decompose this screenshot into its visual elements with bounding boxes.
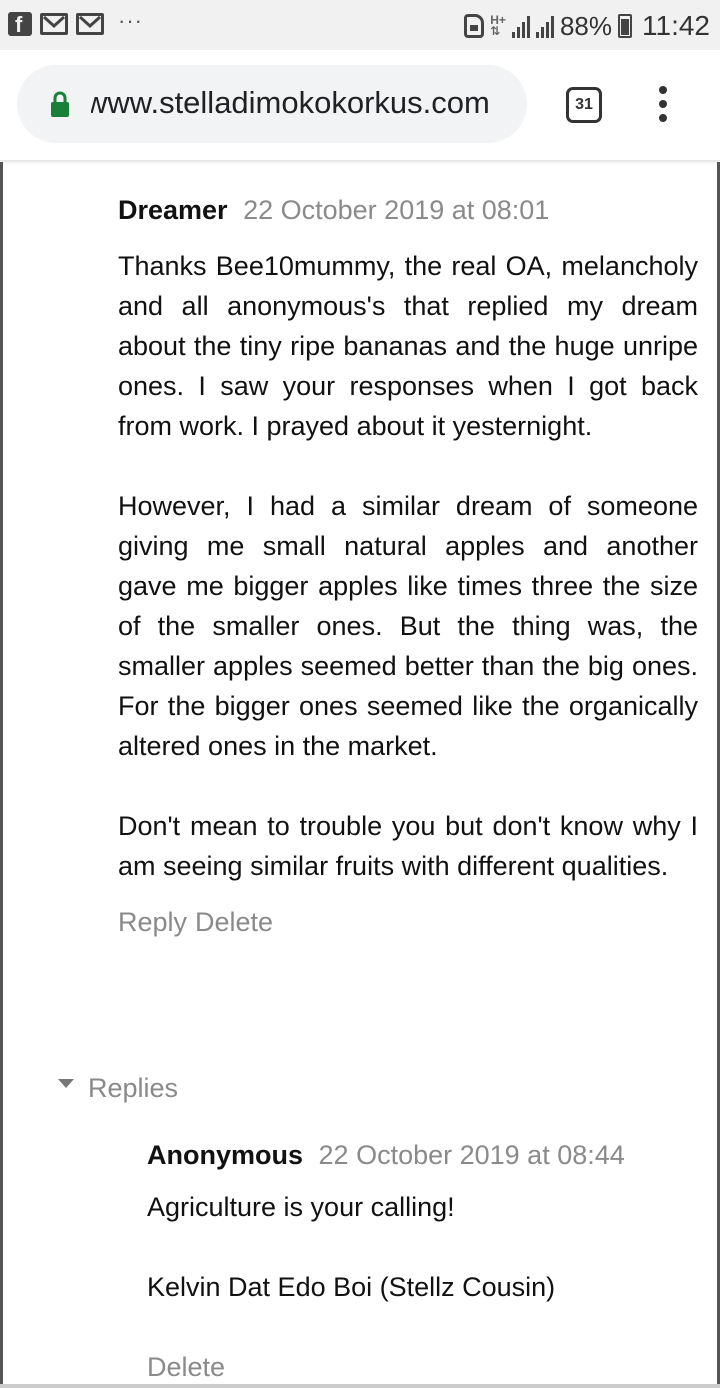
battery-percent: 88% bbox=[559, 10, 612, 41]
notification-icons: f ··· bbox=[8, 8, 143, 36]
gmail-icon-2 bbox=[76, 13, 104, 35]
system-indicators: H+ ⇅ 88% 11:42 bbox=[464, 10, 710, 42]
comment-paragraph: However, I had a similar dream of someon… bbox=[118, 491, 698, 761]
signal-strength-icon-2 bbox=[535, 14, 554, 38]
address-bar[interactable]: www.stelladimokokorkus.com bbox=[17, 65, 527, 143]
menu-icon[interactable] bbox=[656, 86, 670, 126]
url-text[interactable]: www.stelladimokokorkus.com bbox=[91, 85, 511, 121]
signal-strength-icon bbox=[511, 14, 530, 38]
reply-actions: Delete bbox=[147, 1347, 707, 1387]
lock-icon bbox=[51, 91, 69, 117]
reply-date[interactable]: 22 October 2019 at 08:44 bbox=[319, 1140, 625, 1170]
reply-link[interactable]: Reply bbox=[118, 907, 187, 937]
browser-toolbar: www.stelladimokokorkus.com 31 bbox=[0, 50, 720, 160]
comment-date[interactable]: 22 October 2019 at 08:01 bbox=[243, 195, 549, 225]
reply-paragraph: Kelvin Dat Edo Boi (Stellz Cousin) bbox=[147, 1272, 556, 1302]
reply-comment: Anonymous 22 October 2019 at 08:44 Agric… bbox=[147, 1137, 707, 1387]
collapse-triangle-icon bbox=[58, 1079, 74, 1089]
sim-card-icon bbox=[464, 14, 485, 38]
bottom-divider bbox=[0, 1384, 720, 1388]
reply-author[interactable]: Anonymous bbox=[147, 1140, 303, 1170]
delete-link[interactable]: Delete bbox=[195, 907, 273, 937]
battery-icon bbox=[618, 14, 632, 38]
reply-header: Anonymous 22 October 2019 at 08:44 bbox=[147, 1137, 707, 1173]
clock: 11:42 bbox=[642, 10, 710, 41]
reply-delete-link[interactable]: Delete bbox=[147, 1352, 225, 1382]
comment-actions: Reply Delete bbox=[118, 902, 698, 942]
comment-author[interactable]: Dreamer bbox=[118, 195, 228, 225]
reply-body: Agriculture is your calling! Kelvin Dat … bbox=[147, 1187, 707, 1307]
thread-border-left bbox=[0, 162, 3, 1388]
status-bar: f ··· H+ ⇅ 88% 11:42 bbox=[0, 0, 720, 50]
comment-header: Dreamer 22 October 2019 at 08:01 bbox=[118, 192, 698, 228]
page-content: Dreamer 22 October 2019 at 08:01 Thanks … bbox=[0, 162, 720, 1388]
tab-switcher-button[interactable]: 31 bbox=[566, 87, 602, 123]
gmail-icon bbox=[40, 13, 68, 35]
comment-paragraph: Don't mean to trouble you but don't know… bbox=[118, 811, 698, 881]
facebook-icon: f bbox=[8, 12, 32, 36]
comment-body: Thanks Bee10mummy, the real OA, melancho… bbox=[118, 246, 698, 886]
comment: Dreamer 22 October 2019 at 08:01 Thanks … bbox=[118, 192, 698, 942]
network-type: H+ ⇅ bbox=[490, 13, 506, 38]
replies-toggle[interactable]: Replies bbox=[58, 1068, 178, 1108]
reply-paragraph: Agriculture is your calling! bbox=[147, 1192, 455, 1222]
replies-label: Replies bbox=[88, 1073, 179, 1103]
more-notifications-icon: ··· bbox=[118, 8, 143, 33]
comment-paragraph: Thanks Bee10mummy, the real OA, melancho… bbox=[118, 251, 698, 441]
